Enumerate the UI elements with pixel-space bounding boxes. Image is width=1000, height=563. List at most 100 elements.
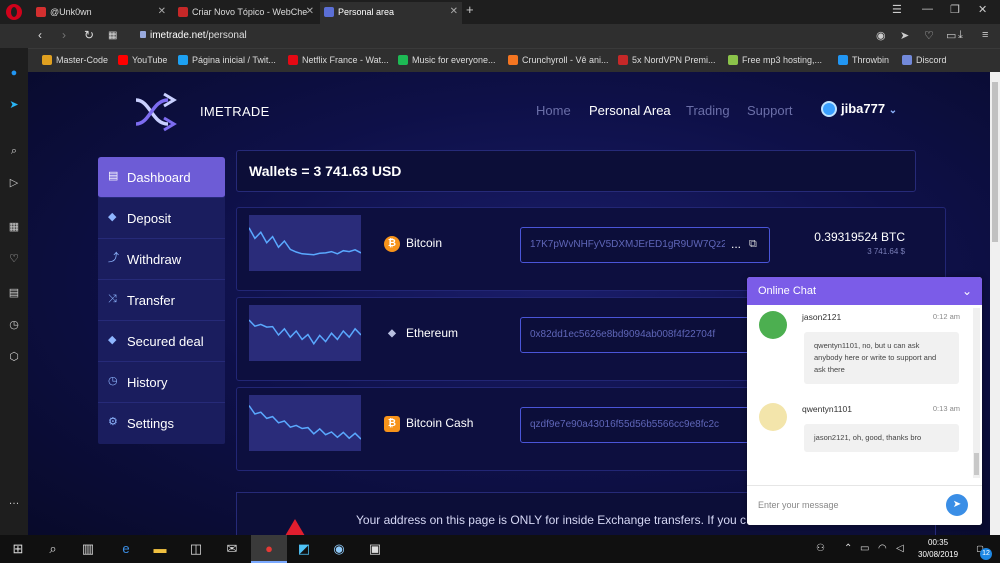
- speed-dial-icon[interactable]: ▦: [7, 220, 21, 234]
- page-scrollbar[interactable]: [990, 72, 1000, 535]
- menu-history[interactable]: ◷ History: [98, 362, 225, 403]
- menu-deposit[interactable]: ◆ Deposit: [98, 198, 225, 239]
- clock-time: 00:35: [928, 538, 949, 547]
- file-explorer-icon[interactable]: ▬: [151, 540, 169, 558]
- system-clock[interactable]: 00:35 30/08/2019: [918, 537, 958, 561]
- nav-trading[interactable]: Trading: [686, 103, 730, 118]
- wallet-address-field[interactable]: 17K7pWvNHFyV5DXMJErED1gR9UW7Qz2c ... ⧉: [520, 227, 770, 263]
- coin-name: Ethereum: [406, 326, 459, 340]
- brand-name[interactable]: IMETRADE: [200, 104, 270, 119]
- windows-start-icon[interactable]: ⊞: [9, 540, 27, 558]
- chat-header[interactable]: Online Chat ⌄: [747, 277, 982, 305]
- bookmark-throwbin[interactable]: Throwbin: [838, 55, 889, 65]
- bitcoin-sparkline: [249, 215, 361, 271]
- photos-icon[interactable]: ▣: [366, 540, 384, 558]
- tab-personal-area[interactable]: Personal area ✕: [320, 2, 462, 24]
- bookmark-netflix[interactable]: Netflix France - Wat...: [288, 55, 389, 65]
- tab-webchecker[interactable]: Criar Novo Tópico - WebChe ✕: [174, 2, 318, 24]
- bookmark-youtube[interactable]: YouTube: [118, 55, 167, 65]
- wallet-icon[interactable]: ▭: [946, 29, 956, 42]
- heart-icon[interactable]: ♡: [924, 29, 934, 42]
- wallet-address-field[interactable]: qzdf9e7e90a43016f55d56b5566cc9e8fc2c: [520, 407, 770, 443]
- speed-dial-icon[interactable]: ▦: [108, 30, 117, 41]
- bookmark-master-code[interactable]: Master-Code: [42, 55, 108, 65]
- clock-date: 30/08/2019: [918, 550, 959, 559]
- people-icon[interactable]: ⚇: [816, 543, 825, 554]
- wallet-address-field[interactable]: 0x82dd1ec5626e8bd9094ab008f4f22704f: [520, 317, 770, 353]
- reload-icon[interactable]: ↻: [84, 28, 94, 42]
- back-icon[interactable]: ‹: [38, 28, 42, 42]
- download-icon[interactable]: ⤓: [958, 29, 963, 42]
- app-icon[interactable]: ◩: [295, 540, 313, 558]
- menu-settings[interactable]: ⚙ Settings: [98, 403, 225, 444]
- close-window-icon[interactable]: ✕: [978, 3, 987, 16]
- close-tab-icon[interactable]: ✕: [158, 2, 166, 22]
- search-icon[interactable]: ⌕: [44, 540, 62, 558]
- chevron-down-icon[interactable]: ⌄: [962, 277, 972, 305]
- chat-scrollbar[interactable]: [973, 308, 980, 478]
- search-icon[interactable]: ⌕: [7, 144, 21, 158]
- chevron-up-icon[interactable]: ⌃: [844, 543, 852, 554]
- user-menu[interactable]: jiba777 ⌄: [821, 101, 898, 117]
- news-icon[interactable]: ▤: [7, 286, 21, 300]
- bookmark-favicon-icon: [618, 55, 628, 65]
- nav-support[interactable]: Support: [747, 103, 793, 118]
- scrollbar-thumb[interactable]: [992, 82, 998, 242]
- message-time: 0:12 am: [932, 312, 960, 321]
- battery-icon[interactable]: ▭: [860, 543, 869, 554]
- store-icon[interactable]: ◫: [187, 540, 205, 558]
- new-tab-button[interactable]: +: [466, 2, 474, 17]
- menu-secured-deal[interactable]: ◆ Secured deal: [98, 321, 225, 362]
- mail-icon[interactable]: ✉: [223, 540, 241, 558]
- bookmark-crunchyroll[interactable]: Crunchyroll - Vê ani...: [508, 55, 609, 65]
- chevron-down-icon: ⌄: [888, 105, 898, 116]
- bookmark-label: Página inicial / Twit...: [192, 55, 276, 65]
- minimize-icon[interactable]: —: [922, 3, 933, 15]
- send-icon[interactable]: ➤: [900, 29, 909, 42]
- send-icon[interactable]: ▷: [7, 176, 21, 190]
- bookmark-discord[interactable]: Discord: [902, 55, 947, 65]
- telegram-icon[interactable]: ➤: [7, 98, 21, 112]
- restore-icon[interactable]: ❐: [950, 3, 960, 16]
- brand-logo-icon[interactable]: [134, 92, 178, 132]
- tab-menu-icon[interactable]: ☰: [892, 3, 902, 16]
- coin-name: Bitcoin: [406, 236, 443, 250]
- camera-icon[interactable]: ◉: [876, 29, 886, 42]
- bookmark-spotify[interactable]: Music for everyone...: [398, 55, 496, 65]
- bookmark-nordvpn[interactable]: 5x NordVPN Premi...: [618, 55, 716, 65]
- chat-title: Online Chat: [758, 285, 817, 297]
- forward-icon[interactable]: ›: [62, 28, 66, 42]
- easy-setup-icon[interactable]: ≡: [982, 29, 988, 41]
- extensions-icon[interactable]: ⬡: [7, 350, 21, 364]
- menu-withdraw[interactable]: ⤴ Withdraw: [98, 239, 225, 280]
- bookmark-twitter[interactable]: Página inicial / Twit...: [178, 55, 276, 65]
- close-tab-icon[interactable]: ✕: [306, 2, 314, 22]
- heart-icon[interactable]: ♡: [7, 252, 21, 266]
- task-view-icon[interactable]: ▥: [79, 540, 97, 558]
- more-icon[interactable]: …: [7, 494, 21, 508]
- nav-home[interactable]: Home: [536, 103, 571, 118]
- close-tab-icon[interactable]: ✕: [450, 2, 458, 22]
- url-field[interactable]: imetrade.net/personal: [150, 30, 247, 41]
- bookmark-mp3-hosting[interactable]: Free mp3 hosting,...: [728, 55, 822, 65]
- chat-message-input[interactable]: Enter your message ➤: [747, 485, 982, 525]
- history-icon[interactable]: ◷: [7, 318, 21, 332]
- url-path: /personal: [205, 30, 247, 41]
- app-icon[interactable]: ◉: [330, 540, 348, 558]
- bookmark-label: Discord: [916, 55, 947, 65]
- volume-icon[interactable]: ◁: [896, 543, 904, 554]
- nav-personal-area[interactable]: Personal Area: [589, 103, 671, 118]
- copy-icon[interactable]: ⧉: [749, 238, 757, 251]
- tab-unk0wn[interactable]: @Unk0wn ✕: [32, 2, 170, 24]
- messenger-icon[interactable]: ●: [7, 66, 21, 80]
- menu-transfer[interactable]: ⤨ Transfer: [98, 280, 225, 321]
- discord-icon: [902, 55, 912, 65]
- wifi-icon[interactable]: ◠: [878, 543, 887, 554]
- menu-dashboard[interactable]: ▤ Dashboard: [98, 157, 225, 198]
- opera-logo-icon[interactable]: [6, 4, 22, 20]
- edge-icon[interactable]: e: [117, 540, 135, 558]
- send-message-button[interactable]: ➤: [946, 494, 968, 516]
- more-icon[interactable]: ...: [731, 237, 741, 251]
- menu-label: History: [127, 375, 168, 390]
- chat-scrollbar-thumb[interactable]: [974, 453, 979, 475]
